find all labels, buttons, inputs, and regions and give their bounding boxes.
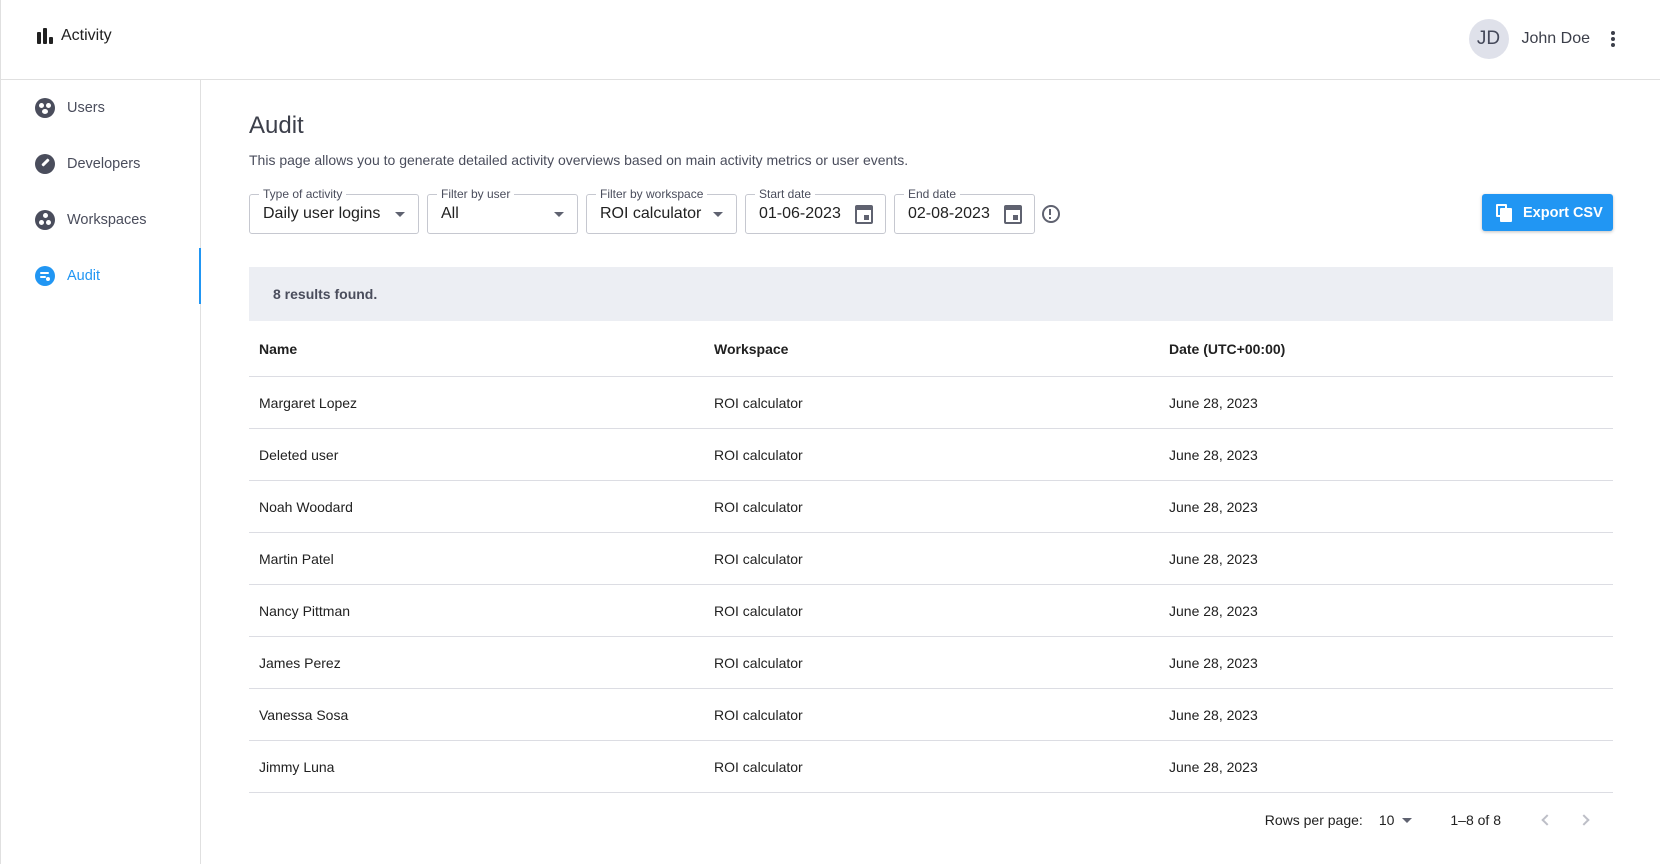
cell-date: June 28, 2023 bbox=[1169, 394, 1258, 411]
activity-type-value: Daily user logins bbox=[263, 205, 381, 222]
cell-date: June 28, 2023 bbox=[1169, 758, 1258, 775]
export-csv-label: Export CSV bbox=[1523, 204, 1603, 221]
sidebar-item-audit[interactable]: Audit bbox=[1, 248, 201, 304]
avatar[interactable]: JD bbox=[1468, 19, 1509, 59]
activity-type-select[interactable]: Type of activity Daily user logins bbox=[249, 187, 419, 234]
table-row[interactable]: Martin Patel ROI calculator June 28, 202… bbox=[249, 533, 1613, 585]
start-date-field[interactable]: Start date 01-06-2023 bbox=[745, 187, 886, 234]
cell-workspace: ROI calculator bbox=[714, 550, 803, 567]
column-header-date[interactable]: Date (UTC+00:00) bbox=[1159, 341, 1613, 357]
start-date-label: Start date bbox=[755, 187, 816, 201]
workspaces-icon bbox=[35, 210, 55, 230]
cell-workspace: ROI calculator bbox=[714, 758, 803, 775]
dropdown-arrow-icon bbox=[554, 212, 564, 217]
workspace-filter-label: Filter by workspace bbox=[596, 187, 708, 201]
main-content: Audit This page allows you to generate d… bbox=[249, 80, 1613, 847]
filter-bar: Type of activity Daily user logins Filte… bbox=[249, 187, 1613, 234]
cell-date: June 28, 2023 bbox=[1169, 498, 1258, 515]
cell-workspace: ROI calculator bbox=[714, 394, 803, 411]
cell-name: Vanessa Sosa bbox=[259, 706, 349, 723]
audit-table: Name Workspace Date (UTC+00:00) Margaret… bbox=[249, 321, 1613, 793]
next-page-icon[interactable] bbox=[1573, 808, 1597, 832]
start-date-value: 01-06-2023 bbox=[759, 205, 841, 222]
cell-name: Margaret Lopez bbox=[259, 394, 358, 411]
column-header-workspace[interactable]: Workspace bbox=[704, 341, 1159, 357]
cell-date: June 28, 2023 bbox=[1169, 602, 1258, 619]
more-vert-icon[interactable] bbox=[1610, 29, 1616, 49]
cell-date: June 28, 2023 bbox=[1169, 446, 1258, 463]
rows-per-page-select[interactable]: 10 bbox=[1379, 812, 1413, 828]
end-date-label: End date bbox=[904, 187, 961, 201]
users-icon bbox=[35, 98, 55, 118]
table-row[interactable]: Deleted user ROI calculator June 28, 202… bbox=[249, 429, 1613, 481]
cell-name: Deleted user bbox=[259, 446, 339, 463]
column-header-name[interactable]: Name bbox=[249, 341, 704, 357]
cell-name: Nancy Pittman bbox=[259, 602, 351, 619]
user-filter-label: Filter by user bbox=[437, 187, 515, 201]
pagination-range: 1–8 of 8 bbox=[1450, 812, 1501, 828]
user-filter-select[interactable]: Filter by user All bbox=[427, 187, 578, 234]
bar-chart-icon bbox=[37, 28, 53, 44]
cell-workspace: ROI calculator bbox=[714, 446, 803, 463]
sidebar-item-label: Users bbox=[67, 100, 105, 116]
dropdown-arrow-icon bbox=[713, 212, 723, 217]
table-header: Name Workspace Date (UTC+00:00) bbox=[249, 321, 1613, 377]
cell-date: June 28, 2023 bbox=[1169, 706, 1258, 723]
table-row[interactable]: Nancy Pittman ROI calculator June 28, 20… bbox=[249, 585, 1613, 637]
calendar-icon[interactable] bbox=[855, 205, 873, 224]
cell-date: June 28, 2023 bbox=[1169, 654, 1258, 671]
end-date-value: 02-08-2023 bbox=[908, 205, 990, 222]
sidebar-item-label: Developers bbox=[67, 156, 141, 172]
sidebar-item-workspaces[interactable]: Workspaces bbox=[1, 192, 200, 248]
cell-workspace: ROI calculator bbox=[714, 706, 803, 723]
page-title: Audit bbox=[249, 112, 304, 139]
previous-page-icon[interactable] bbox=[1533, 808, 1557, 832]
table-row[interactable]: James Perez ROI calculator June 28, 2023 bbox=[249, 637, 1613, 689]
page-description: This page allows you to generate detaile… bbox=[249, 152, 909, 168]
calendar-icon[interactable] bbox=[1004, 205, 1022, 224]
export-csv-button[interactable]: Export CSV bbox=[1482, 194, 1613, 231]
sidebar-item-label: Audit bbox=[67, 268, 101, 284]
table-row[interactable]: Margaret Lopez ROI calculator June 28, 2… bbox=[249, 377, 1613, 429]
cell-workspace: ROI calculator bbox=[714, 602, 803, 619]
workspace-filter-value: ROI calculator bbox=[600, 205, 702, 222]
cell-date: June 28, 2023 bbox=[1169, 550, 1258, 567]
user-menu: JD John Doe bbox=[1468, 19, 1617, 59]
brand[interactable]: Activity bbox=[37, 27, 112, 45]
app-title: Activity bbox=[61, 27, 112, 44]
cell-name: James Perez bbox=[259, 654, 341, 671]
file-copy-icon bbox=[1496, 203, 1512, 222]
rows-per-page-label: Rows per page: bbox=[1264, 812, 1363, 828]
table-row[interactable]: Noah Woodard ROI calculator June 28, 202… bbox=[249, 481, 1613, 533]
cell-workspace: ROI calculator bbox=[714, 654, 803, 671]
sidebar-item-developers[interactable]: Developers bbox=[1, 136, 200, 192]
sidebar-item-label: Workspaces bbox=[67, 212, 147, 228]
workspace-filter-select[interactable]: Filter by workspace ROI calculator bbox=[586, 187, 737, 234]
sidebar: Users Developers Workspaces Audit bbox=[1, 80, 201, 864]
top-bar: Activity JD John Doe bbox=[1, 0, 1660, 80]
rows-per-page-value: 10 bbox=[1378, 812, 1395, 828]
pagination: Rows per page: 10 1–8 of 8 bbox=[249, 793, 1613, 847]
app-window: Activity JD John Doe Users Developers Wo… bbox=[0, 0, 1660, 864]
info-icon[interactable] bbox=[1042, 205, 1060, 223]
wrench-icon bbox=[35, 154, 55, 174]
user-name[interactable]: John Doe bbox=[1522, 30, 1591, 48]
table-row[interactable]: Jimmy Luna ROI calculator June 28, 2023 bbox=[249, 741, 1613, 793]
cell-name: Noah Woodard bbox=[259, 498, 353, 515]
audit-icon bbox=[35, 266, 55, 286]
dropdown-arrow-icon bbox=[1402, 817, 1413, 823]
activity-type-label: Type of activity bbox=[259, 187, 347, 201]
cell-name: Martin Patel bbox=[259, 550, 334, 567]
user-filter-value: All bbox=[441, 205, 459, 222]
table-row[interactable]: Vanessa Sosa ROI calculator June 28, 202… bbox=[249, 689, 1613, 741]
dropdown-arrow-icon bbox=[395, 212, 405, 217]
cell-workspace: ROI calculator bbox=[714, 498, 803, 515]
sidebar-item-users[interactable]: Users bbox=[1, 80, 200, 136]
end-date-field[interactable]: End date 02-08-2023 bbox=[894, 187, 1035, 234]
cell-name: Jimmy Luna bbox=[259, 758, 335, 775]
results-summary: 8 results found. bbox=[249, 267, 1613, 321]
